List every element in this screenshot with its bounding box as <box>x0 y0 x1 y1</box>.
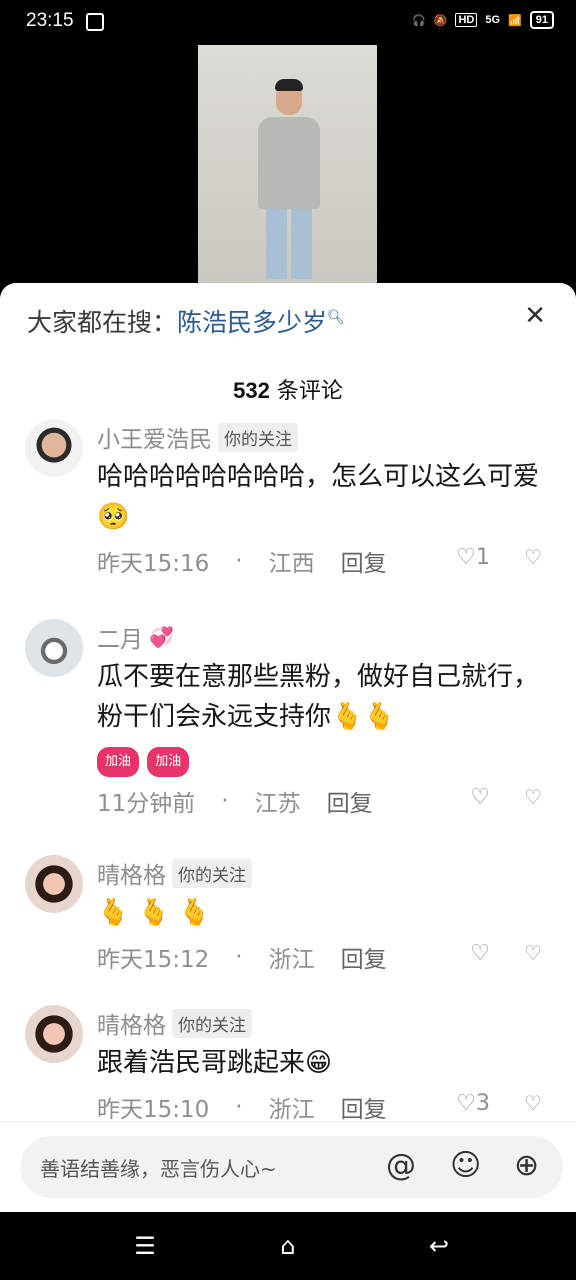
separator-dot: · <box>235 1094 243 1120</box>
search-suggestion[interactable]: 大家都在搜：陈浩民多少岁🔍︎ <box>27 303 345 339</box>
comment-author[interactable]: 二月 <box>97 620 143 654</box>
comment-location: 江西 <box>268 551 315 577</box>
comment-meta: 昨天15:10 · 浙江 回复 ♡3 ♡ <box>97 1085 556 1124</box>
like-button[interactable]: ♡ <box>470 941 490 966</box>
system-nav-bar: ☰ ⌂ ↩ <box>0 1212 576 1280</box>
avatar[interactable] <box>25 619 83 677</box>
comment-text: 跟着浩民哥跳起来😁 <box>97 1043 556 1083</box>
comment-input-placeholder[interactable]: 善语结善缘，恶言伤人心~ <box>40 1153 277 1182</box>
status-bar: 23:15 🎧 🔕 HD 5G 📶 91 <box>0 0 576 44</box>
mute-icon: 🔕 <box>433 14 448 27</box>
like-button[interactable]: ♡3 <box>456 1091 490 1116</box>
broken-heart-icon[interactable]: ♡ <box>524 785 542 809</box>
comment-item: 晴格格 你的关注 🫰 🫰 🫰 昨天15:12 · 浙江 回复 ♡ ♡ <box>0 855 576 1005</box>
following-tag: 你的关注 <box>218 422 298 452</box>
add-icon[interactable]: ⊕ <box>514 1148 539 1184</box>
comment-item: 二月 💞 瓜不要在意那些黑粉，做好自己就行，粉干们会永远支持你🫰🫰 加油 加油 … <box>0 619 576 855</box>
comment-time: 昨天15:12 <box>97 947 210 973</box>
hd-icon: HD <box>455 13 478 27</box>
like-count: 3 <box>476 1091 490 1116</box>
headphones-icon: 🎧 <box>412 14 426 27</box>
comment-meta: 11分钟前 · 江苏 回复 ♡ ♡ <box>97 779 556 823</box>
heart-icon[interactable]: ♡ <box>470 785 490 810</box>
avatar[interactable] <box>25 855 83 913</box>
comment-item: 小王爱浩民 你的关注 哈哈哈哈哈哈哈哈，怎么可以这么可爱 🥺 昨天15:16 · … <box>0 419 576 619</box>
reply-button[interactable]: 回复 <box>341 940 387 974</box>
wifi-icon: 📶 <box>508 14 522 27</box>
comment-text-content: 跟着浩民哥跳起来 <box>97 1048 306 1078</box>
comment-count: 532 条评论 <box>0 373 576 405</box>
like-button[interactable]: ♡ <box>470 785 490 810</box>
comment-text: 哈哈哈哈哈哈哈哈，怎么可以这么可爱 🥺 <box>97 457 556 537</box>
comment-text-content: 哈哈哈哈哈哈哈哈，怎么可以这么可爱 <box>97 462 540 492</box>
emoji-icon[interactable]: ☺ <box>450 1148 481 1184</box>
video-frame[interactable] <box>198 45 377 283</box>
avatar[interactable] <box>25 1005 83 1063</box>
comment-time: 11分钟前 <box>97 791 196 817</box>
comment-author[interactable]: 小王爱浩民 <box>97 420 212 454</box>
avatar[interactable] <box>25 419 83 477</box>
emoji-finger-heart: 🫰 🫰 🫰 <box>97 898 211 928</box>
emoji-pleading: 🥺 <box>97 502 130 532</box>
battery-icon: 91 <box>529 11 554 29</box>
divider <box>0 1121 576 1122</box>
heart-icon[interactable]: ♡ <box>470 941 490 966</box>
broken-heart-icon[interactable]: ♡ <box>524 545 542 569</box>
status-icons: 🎧 🔕 HD 5G 📶 91 <box>412 11 554 29</box>
name-emoji: 💞 <box>149 625 174 649</box>
like-button[interactable]: ♡1 <box>456 545 490 570</box>
search-term[interactable]: 陈浩民多少岁 <box>177 308 327 337</box>
video-player[interactable] <box>0 44 576 294</box>
comment-input[interactable]: 善语结善缘，恶言伤人心~ @ ☺ ⊕ <box>20 1136 563 1198</box>
comment-time: 昨天15:16 <box>97 551 210 577</box>
sticker-jiayou: 加油 <box>147 747 190 777</box>
broken-heart-icon[interactable]: ♡ <box>524 941 542 965</box>
comment-location: 浙江 <box>268 947 315 973</box>
comment-text-content: 瓜不要在意那些黑粉，做好自己就行，粉干们会永远支持你 <box>97 662 540 732</box>
comment-count-number: 532 <box>233 378 270 403</box>
search-prefix: 大家都在搜： <box>27 308 178 337</box>
comment-text: 瓜不要在意那些黑粉，做好自己就行，粉干们会永远支持你🫰🫰 加油 加油 <box>97 657 556 777</box>
comment-author[interactable]: 晴格格 <box>97 856 166 890</box>
notification-app-icon <box>86 13 104 31</box>
comment-location: 江苏 <box>254 791 301 817</box>
emoji-grin: 😁 <box>305 1048 333 1078</box>
comment-list[interactable]: 小王爱浩民 你的关注 哈哈哈哈哈哈哈哈，怎么可以这么可爱 🥺 昨天15:16 · … <box>0 419 576 1124</box>
at-icon[interactable]: @ <box>386 1148 416 1184</box>
following-tag: 你的关注 <box>172 1008 252 1038</box>
sticker-jiayou: 加油 <box>97 747 140 777</box>
reply-button[interactable]: 回复 <box>341 544 387 578</box>
separator-dot: · <box>235 944 243 970</box>
status-time: 23:15 <box>26 10 74 31</box>
following-tag: 你的关注 <box>172 858 252 888</box>
comment-count-label: 条评论 <box>276 379 343 404</box>
emoji-finger-heart: 🫰🫰 <box>331 702 396 732</box>
separator-dot: · <box>221 788 229 814</box>
home-icon[interactable]: ⌂ <box>273 1232 303 1260</box>
comment-text: 🫰 🫰 🫰 <box>97 893 556 933</box>
reply-button[interactable]: 回复 <box>341 1090 387 1124</box>
heart-icon[interactable]: ♡ <box>456 1091 476 1116</box>
comment-meta: 昨天15:12 · 浙江 回复 ♡ ♡ <box>97 935 556 979</box>
heart-icon[interactable]: ♡ <box>456 545 476 570</box>
separator-dot: · <box>235 548 243 574</box>
network-label: 5G <box>485 14 501 26</box>
reply-button[interactable]: 回复 <box>327 784 373 818</box>
comment-location: 浙江 <box>268 1097 315 1123</box>
person-hair <box>275 79 303 91</box>
back-icon[interactable]: ↩ <box>424 1232 454 1260</box>
comment-item: 晴格格 你的关注 跟着浩民哥跳起来😁 昨天15:10 · 浙江 回复 ♡3 ♡ <box>0 1005 576 1124</box>
menu-icon[interactable]: ☰ <box>130 1232 160 1260</box>
close-icon[interactable]: ✕ <box>524 301 546 331</box>
like-count: 1 <box>476 545 490 570</box>
person-body <box>258 117 320 209</box>
search-icon[interactable]: 🔍︎ <box>327 310 345 326</box>
person-legs <box>266 207 312 279</box>
comment-time: 昨天15:10 <box>97 1097 210 1123</box>
comment-author[interactable]: 晴格格 <box>97 1006 166 1040</box>
broken-heart-icon[interactable]: ♡ <box>524 1091 542 1115</box>
comment-meta: 昨天15:16 · 江西 回复 ♡1 ♡ <box>97 539 556 583</box>
comments-sheet: 大家都在搜：陈浩民多少岁🔍︎ ✕ 532 条评论 小王爱浩民 你的关注 哈哈哈哈… <box>0 283 576 1212</box>
